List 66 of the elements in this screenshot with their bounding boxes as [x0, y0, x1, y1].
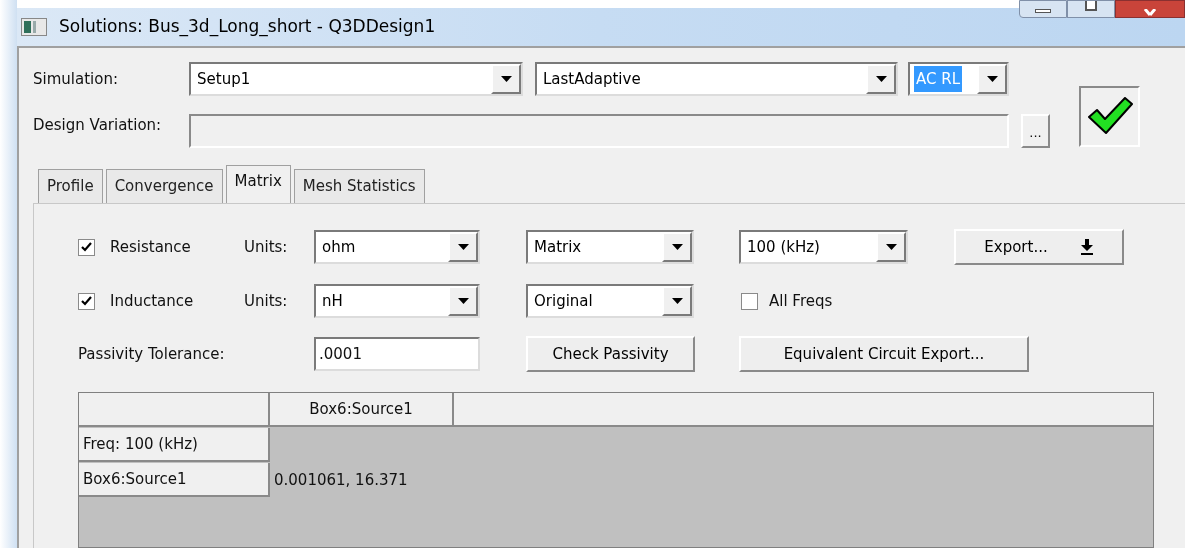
dropdown-value: Setup1 — [196, 69, 252, 90]
tab[interactable]: Convergence — [105, 169, 223, 203]
dropdown-button[interactable] — [662, 232, 692, 262]
dropdown[interactable]: Setup1 — [189, 62, 523, 96]
checkmark-icon — [81, 241, 92, 253]
row-header: Box6:Source1 — [79, 463, 270, 497]
dropdown-value: nH — [321, 291, 344, 312]
button[interactable]: Equivalent Circuit Export... — [739, 336, 1029, 372]
units-label: Units: — [244, 290, 289, 312]
dropdown-arrow-icon — [671, 244, 683, 250]
field-label: Simulation: — [33, 68, 119, 90]
minimize-button[interactable] — [1019, 0, 1067, 18]
dropdown-value: Original — [533, 291, 594, 312]
dropdown-arrow-icon — [671, 298, 683, 304]
dropdown-value: AC RL — [914, 66, 963, 92]
dropdown-arrow-icon — [885, 244, 897, 250]
dropdown-value: ohm — [321, 237, 357, 258]
browse-button[interactable]: ... — [1021, 114, 1050, 148]
dropdown-arrow-icon — [457, 298, 469, 304]
checkmark-icon — [81, 295, 92, 307]
dropdown-value: Matrix — [533, 237, 583, 258]
dropdown-button[interactable] — [448, 232, 478, 262]
dropdown-value: 100 (kHz) — [746, 237, 821, 258]
tab[interactable]: Mesh Statistics — [293, 169, 425, 203]
dropdown-button[interactable] — [448, 286, 478, 316]
checkbox[interactable] — [78, 238, 95, 256]
quantity-label: Inductance — [110, 290, 194, 312]
field-label: Design Variation: — [33, 114, 163, 136]
maximize-button[interactable] — [1067, 0, 1115, 18]
dropdown[interactable]: Matrix — [526, 230, 694, 264]
field-label: Passivity Tolerance: — [78, 343, 226, 365]
window-icon — [21, 18, 47, 36]
dropdown[interactable]: nH — [314, 284, 480, 318]
button[interactable]: Export... — [954, 229, 1124, 265]
quantity-label: Resistance — [110, 236, 191, 258]
checkbox-label: All Freqs — [769, 290, 833, 312]
tab[interactable]: Profile — [38, 169, 103, 203]
dropdown-button[interactable] — [977, 64, 1007, 94]
dropdown-button[interactable] — [491, 64, 521, 94]
window-title: Solutions: Bus_3d_Long_short - Q3DDesign1 — [59, 15, 436, 39]
table-cell-text: 0.001061, 16.371 — [273, 469, 408, 491]
dropdown-button[interactable] — [662, 286, 692, 316]
dropdown-value: LastAdaptive — [542, 69, 642, 90]
dropdown[interactable]: 100 (kHz) — [739, 230, 908, 264]
checkmark-icon — [1086, 97, 1133, 135]
close-button[interactable] — [1115, 0, 1185, 18]
dropdown-arrow-icon — [500, 76, 512, 82]
row-header: Freq: 100 (kHz) — [79, 428, 270, 462]
dropdown-button[interactable] — [866, 64, 896, 94]
checkbox[interactable] — [741, 292, 758, 310]
close-icon — [1143, 9, 1157, 17]
dropdown-button[interactable] — [876, 232, 906, 262]
column-header: Box6:Source1 — [270, 393, 454, 425]
tolerance-field[interactable]: .0001 — [314, 337, 480, 371]
design-variation-field[interactable] — [189, 114, 1009, 148]
dropdown[interactable]: Original — [526, 284, 694, 318]
button[interactable]: Check Passivity — [526, 336, 695, 372]
tab[interactable]: Matrix — [225, 165, 291, 203]
checkbox[interactable] — [78, 292, 95, 310]
download-icon — [1079, 239, 1094, 255]
units-label: Units: — [244, 236, 289, 258]
dropdown[interactable]: ohm — [314, 230, 480, 264]
dropdown-arrow-icon — [875, 76, 887, 82]
dropdown-arrow-icon — [457, 244, 469, 250]
dropdown-arrow-icon — [986, 76, 998, 82]
dropdown[interactable]: LastAdaptive — [535, 62, 898, 96]
